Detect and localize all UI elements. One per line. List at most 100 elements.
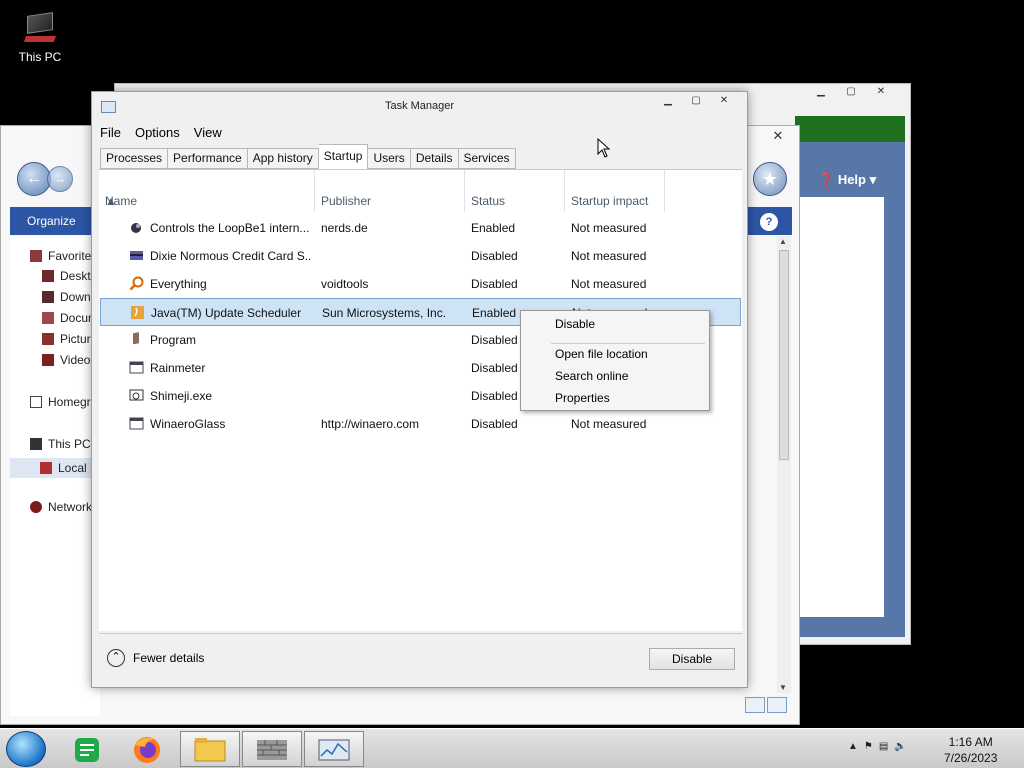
forward-arrow-icon[interactable]: → — [47, 166, 73, 192]
menu-bar: File Options View — [100, 125, 222, 140]
chevron-up-icon: ⌃ — [107, 649, 125, 667]
column-header-publisher[interactable]: Publisher — [315, 170, 465, 212]
action-center-flag-icon[interactable]: ⚑ — [864, 741, 873, 752]
close-icon[interactable]: ✕ — [713, 95, 735, 109]
context-menu-disable[interactable]: Disable — [555, 317, 595, 331]
context-menu-search-online[interactable]: Search online — [555, 369, 628, 383]
shimeji-icon — [129, 388, 144, 403]
tree-item-pictures[interactable]: Picture — [42, 332, 97, 346]
taskbar-firewall[interactable] — [242, 731, 302, 767]
help-menu[interactable]: ❓ Help ▾ — [818, 172, 876, 188]
picture-icon — [42, 333, 54, 345]
firewall-icon — [257, 740, 287, 760]
table-row[interactable]: WinaeroGlass http://winaero.com Disabled… — [100, 410, 741, 438]
tree-item-documents[interactable]: Docum — [42, 311, 98, 325]
disable-button[interactable]: Disable — [649, 648, 735, 670]
star-icon — [30, 250, 42, 262]
tree-item-desktop[interactable]: Deskto — [42, 269, 97, 283]
home-icon — [30, 396, 42, 408]
tab-processes[interactable]: Processes — [100, 148, 169, 169]
menu-file[interactable]: File — [100, 125, 121, 140]
tab-bar: Processes Performance App history Startu… — [100, 144, 516, 169]
taskbar-firefox[interactable] — [118, 731, 178, 767]
taskbar: ▲ ⚑ ▤ 🔈 1:16 AM 7/26/2023 — [0, 728, 1024, 768]
column-header-status[interactable]: Status — [465, 170, 565, 212]
tab-services[interactable]: Services — [458, 148, 516, 169]
taskbar-task-manager[interactable] — [304, 731, 364, 767]
window-icon — [129, 360, 144, 375]
program-icon — [129, 332, 144, 347]
desktop-icon-label: This PC — [18, 50, 62, 64]
tab-details[interactable]: Details — [410, 148, 459, 169]
context-menu-properties[interactable]: Properties — [555, 391, 610, 405]
column-header-name[interactable]: ▲ Name — [99, 170, 315, 212]
clock[interactable]: 1:16 AM 7/26/2023 — [944, 734, 997, 766]
drive-icon — [40, 462, 52, 474]
taskbar-file-explorer[interactable] — [180, 731, 240, 767]
context-menu-open-file-location[interactable]: Open file location — [555, 347, 648, 361]
maximize-icon[interactable]: ▢ — [840, 86, 862, 100]
task-manager-footer: ⌃ Fewer details Disable — [99, 633, 742, 685]
help-circle-icon: ❓ — [818, 172, 835, 187]
desktop-icon — [42, 270, 54, 282]
clock-time: 1:16 AM — [948, 735, 993, 749]
window-icon — [129, 416, 144, 431]
close-icon[interactable]: ✕ — [765, 128, 791, 144]
tab-app-history[interactable]: App history — [247, 148, 319, 169]
start-button-icon[interactable] — [6, 731, 46, 767]
tiles-view-icon[interactable] — [767, 697, 787, 713]
firefox-icon — [134, 737, 160, 763]
green-bar — [795, 116, 905, 142]
menu-options[interactable]: Options — [135, 125, 180, 140]
tree-item-downloads[interactable]: Downl — [42, 290, 93, 304]
tab-performance[interactable]: Performance — [168, 148, 248, 169]
organize-button[interactable]: Organize — [27, 214, 76, 228]
column-header-startup-impact[interactable]: Startup impact — [565, 170, 665, 212]
scroll-down-icon[interactable]: ▼ — [779, 683, 787, 692]
fewer-details-toggle[interactable]: ⌃ Fewer details — [107, 649, 204, 667]
mouse-cursor-icon — [597, 138, 611, 158]
spreadsheet-icon — [75, 738, 99, 762]
minimize-icon[interactable]: ▁ — [810, 86, 832, 100]
clock-date: 7/26/2023 — [944, 751, 998, 765]
system-tray: ▲ ⚑ ▤ 🔈 — [848, 741, 907, 752]
loopbe-icon — [129, 220, 144, 235]
java-icon — [130, 305, 145, 320]
video-icon — [42, 354, 54, 366]
back-arrow-icon[interactable]: ← — [17, 162, 51, 196]
minimize-icon[interactable]: ▁ — [657, 95, 679, 109]
context-menu: Disable Open file location Search online… — [520, 310, 710, 411]
table-row[interactable]: Controls the LoopBe1 intern... nerds.de … — [100, 214, 741, 242]
maximize-icon[interactable]: ▢ — [685, 95, 707, 109]
help-icon[interactable]: ? — [760, 213, 778, 231]
scrollbar-thumb[interactable] — [779, 250, 789, 460]
tree-item-homegroup[interactable]: Homegr — [30, 395, 91, 409]
explorer-scrollbar[interactable]: ▲ ▼ — [777, 236, 791, 693]
volume-icon[interactable]: 🔈 — [894, 741, 906, 752]
details-view-icon[interactable] — [745, 697, 765, 713]
favorites-star-icon[interactable]: ★ — [753, 162, 787, 196]
menu-view[interactable]: View — [194, 125, 222, 140]
table-row[interactable]: Dixie Normous Credit Card S... Disabled … — [100, 242, 741, 270]
tree-item-videos[interactable]: Videos — [42, 353, 96, 367]
menu-separator — [551, 343, 705, 344]
navigation-pane: Favorites Deskto Downl Docum Picture Vid… — [10, 236, 100, 716]
network-icon — [30, 501, 42, 513]
scroll-up-icon[interactable]: ▲ — [779, 237, 787, 246]
tab-users[interactable]: Users — [368, 148, 411, 169]
chevron-down-icon: ▾ — [869, 172, 877, 187]
close-icon[interactable]: ✕ — [870, 86, 892, 100]
task-manager-icon — [318, 739, 350, 761]
view-switcher — [745, 697, 787, 713]
taskbar-app-green[interactable] — [60, 731, 120, 767]
table-row[interactable]: Everything voidtools Disabled Not measur… — [100, 270, 741, 298]
tree-item-local-disk[interactable]: Local D — [10, 458, 100, 478]
document-icon — [42, 312, 54, 324]
desktop-icon-this-pc[interactable]: This PC — [14, 10, 66, 64]
tree-item-network[interactable]: Network — [30, 500, 92, 514]
show-hidden-icons-icon[interactable]: ▲ — [848, 741, 858, 752]
tree-item-favorites[interactable]: Favorites — [30, 249, 97, 263]
tree-item-this-pc[interactable]: This PC — [30, 437, 91, 451]
tab-startup[interactable]: Startup — [318, 144, 369, 169]
network-icon[interactable]: ▤ — [879, 741, 888, 752]
